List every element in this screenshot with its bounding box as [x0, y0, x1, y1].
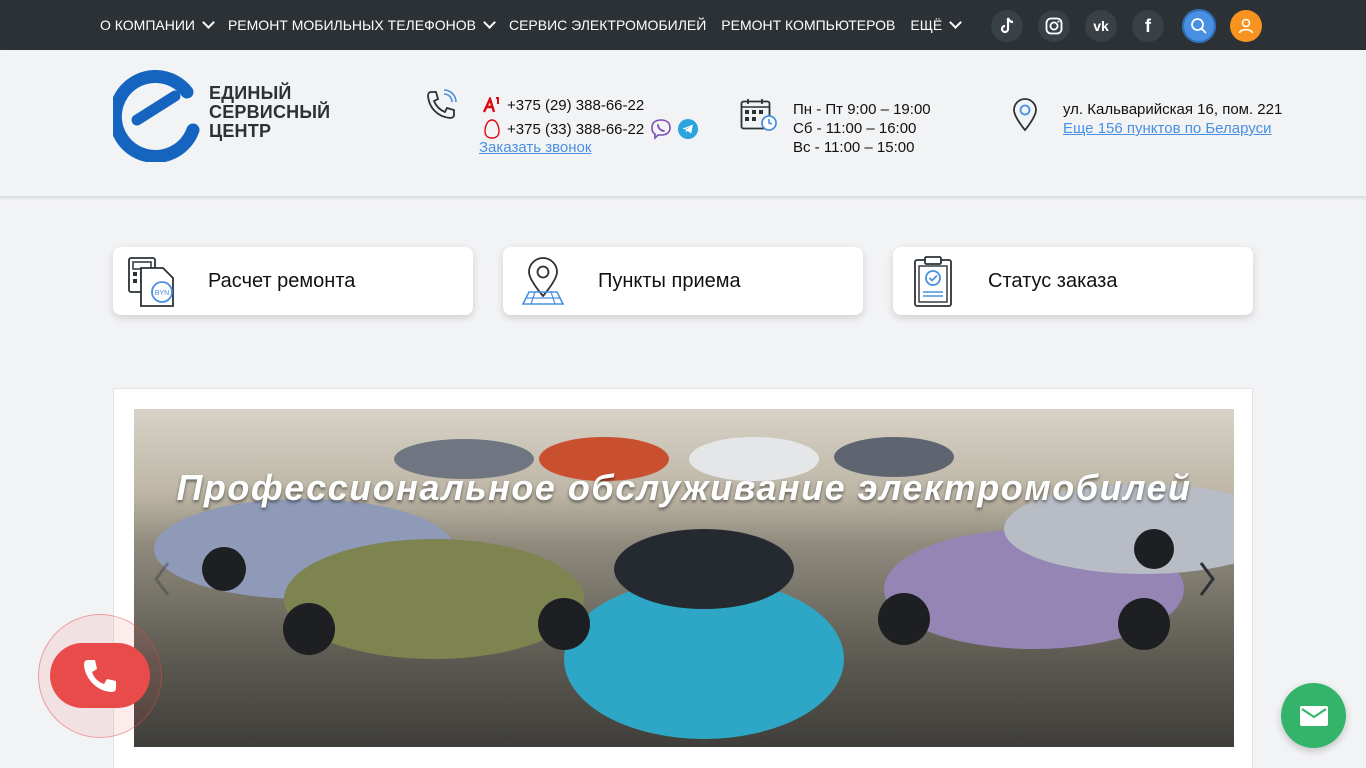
phone-handset-icon — [84, 659, 116, 692]
hours-weekdays: Пн - Пт 9:00 – 19:00 — [793, 101, 931, 118]
cars-illustration — [154, 437, 1234, 739]
nav-item-about[interactable]: О КОМПАНИИ — [100, 16, 215, 33]
clipboard-check-icon — [914, 256, 952, 307]
logo-line-1: ЕДИНЫЙ — [209, 83, 292, 103]
card-label: Пункты приема — [598, 270, 741, 292]
user-icon — [1238, 18, 1254, 34]
address-text: ул. Кальварийская 16, пом. 221 — [1063, 101, 1283, 118]
nav-item-computer-repair[interactable]: РЕМОНТ КОМПЬЮТЕРОВ — [721, 17, 895, 33]
search-icon — [1191, 18, 1207, 34]
card-label: Статус заказа — [988, 270, 1118, 292]
nav-item-label: РЕМОНТ КОМПЬЮТЕРОВ — [721, 17, 896, 33]
svg-text:BYN: BYN — [155, 290, 169, 297]
phone-row-mts: +375 (33) 388-66-22 — [483, 117, 699, 141]
instagram-icon — [1045, 17, 1063, 35]
phone-number-mts[interactable]: +375 (33) 388-66-22 — [507, 121, 644, 138]
nav-item-phone-repair[interactable]: РЕМОНТ МОБИЛЬНЫХ ТЕЛЕФОНОВ — [227, 16, 496, 33]
promo-slider: Профессиональное обслуживание электромоб… — [113, 388, 1253, 768]
slide-image: Профессиональное обслуживание электромоб… — [134, 409, 1234, 747]
chevron-down-icon — [202, 16, 215, 29]
map-pin-icon — [521, 257, 565, 305]
chevron-down-icon — [483, 16, 496, 29]
logo-line-2: СЕРВИСНЫЙ — [209, 102, 331, 122]
callback-floating-button[interactable] — [50, 643, 150, 708]
calculator-icon: BYN — [128, 257, 174, 307]
nav-item-label: ЕЩЁ — [910, 17, 943, 33]
site-header: ЕДИНЫЙ СЕРВИСНЫЙ ЦЕНТР +375 (29) 388-66-… — [0, 50, 1366, 197]
site-logo[interactable]: ЕДИНЫЙ СЕРВИСНЫЙ ЦЕНТР — [113, 70, 330, 162]
order-callback-link[interactable]: Заказать звонок — [479, 139, 591, 156]
nav-item-label: О КОМПАНИИ — [100, 17, 195, 33]
slide-title: Профессиональное обслуживание электромоб… — [176, 467, 1192, 508]
nav-item-ev-service[interactable]: СЕРВИС ЭЛЕКТРОМОБИЛЕЙ — [509, 17, 706, 33]
phone-list: +375 (29) 388-66-22 +375 (33) 388-66-22 — [483, 93, 699, 141]
logo-text: ЕДИНЫЙ СЕРВИСНЫЙ ЦЕНТР — [209, 84, 330, 141]
top-navbar: О КОМПАНИИ РЕМОНТ МОБИЛЬНЫХ ТЕЛЕФОНОВ СЕ… — [0, 0, 1366, 50]
phone-row-a1: +375 (29) 388-66-22 — [483, 93, 698, 117]
vk-icon: vk — [1093, 18, 1109, 34]
hours-saturday: Сб - 11:00 – 16:00 — [793, 120, 917, 137]
telegram-icon[interactable] — [678, 119, 699, 139]
slider-next-arrow-icon[interactable] — [1197, 559, 1217, 599]
slider-prev-arrow-icon[interactable] — [152, 559, 172, 599]
tiktok-icon — [1000, 17, 1014, 34]
search-button[interactable] — [1182, 9, 1216, 43]
phone-number-a1[interactable]: +375 (29) 388-66-22 — [507, 97, 644, 114]
facebook-icon: f — [1145, 15, 1151, 36]
mts-operator-icon — [483, 119, 501, 139]
logo-mark-icon — [113, 70, 200, 162]
nav-item-label: СЕРВИС ЭЛЕКТРОМОБИЛЕЙ — [508, 17, 707, 33]
more-points-link[interactable]: Еще 156 пунктов по Беларуси — [1063, 120, 1272, 137]
email-floating-button[interactable] — [1281, 683, 1346, 748]
calendar-clock-icon — [740, 99, 777, 131]
order-status-card[interactable]: Статус заказа — [893, 247, 1253, 315]
main-nav: О КОМПАНИИ РЕМОНТ МОБИЛЬНЫХ ТЕЛЕФОНОВ СЕ… — [100, 0, 975, 50]
phone-icon — [427, 89, 457, 119]
viber-icon[interactable] — [650, 118, 672, 140]
facebook-button[interactable]: f — [1132, 10, 1164, 42]
mail-icon — [1299, 705, 1328, 726]
location-pin-icon — [1013, 98, 1037, 132]
working-hours: Пн - Пт 9:00 – 19:00 Сб - 11:00 – 16:00 … — [793, 100, 931, 157]
tiktok-button[interactable] — [991, 10, 1023, 42]
instagram-button[interactable] — [1038, 10, 1070, 42]
reception-points-card[interactable]: Пункты приема — [503, 247, 863, 315]
card-label: Расчет ремонта — [208, 270, 356, 292]
user-account-button[interactable] — [1230, 10, 1262, 42]
chevron-down-icon — [949, 16, 963, 29]
repair-calculation-card[interactable]: BYN Расчет ремонта — [113, 247, 473, 315]
address-block: ул. Кальварийская 16, пом. 221 Еще 156 п… — [1063, 100, 1282, 138]
a1-operator-icon — [483, 97, 501, 113]
nav-item-more[interactable]: ЕЩЁ — [910, 16, 963, 33]
hours-sunday: Вс - 11:00 – 15:00 — [793, 139, 915, 156]
logo-line-3: ЦЕНТР — [209, 121, 272, 141]
nav-item-label: РЕМОНТ МОБИЛЬНЫХ ТЕЛЕФОНОВ — [227, 17, 476, 33]
vk-button[interactable]: vk — [1085, 10, 1117, 42]
